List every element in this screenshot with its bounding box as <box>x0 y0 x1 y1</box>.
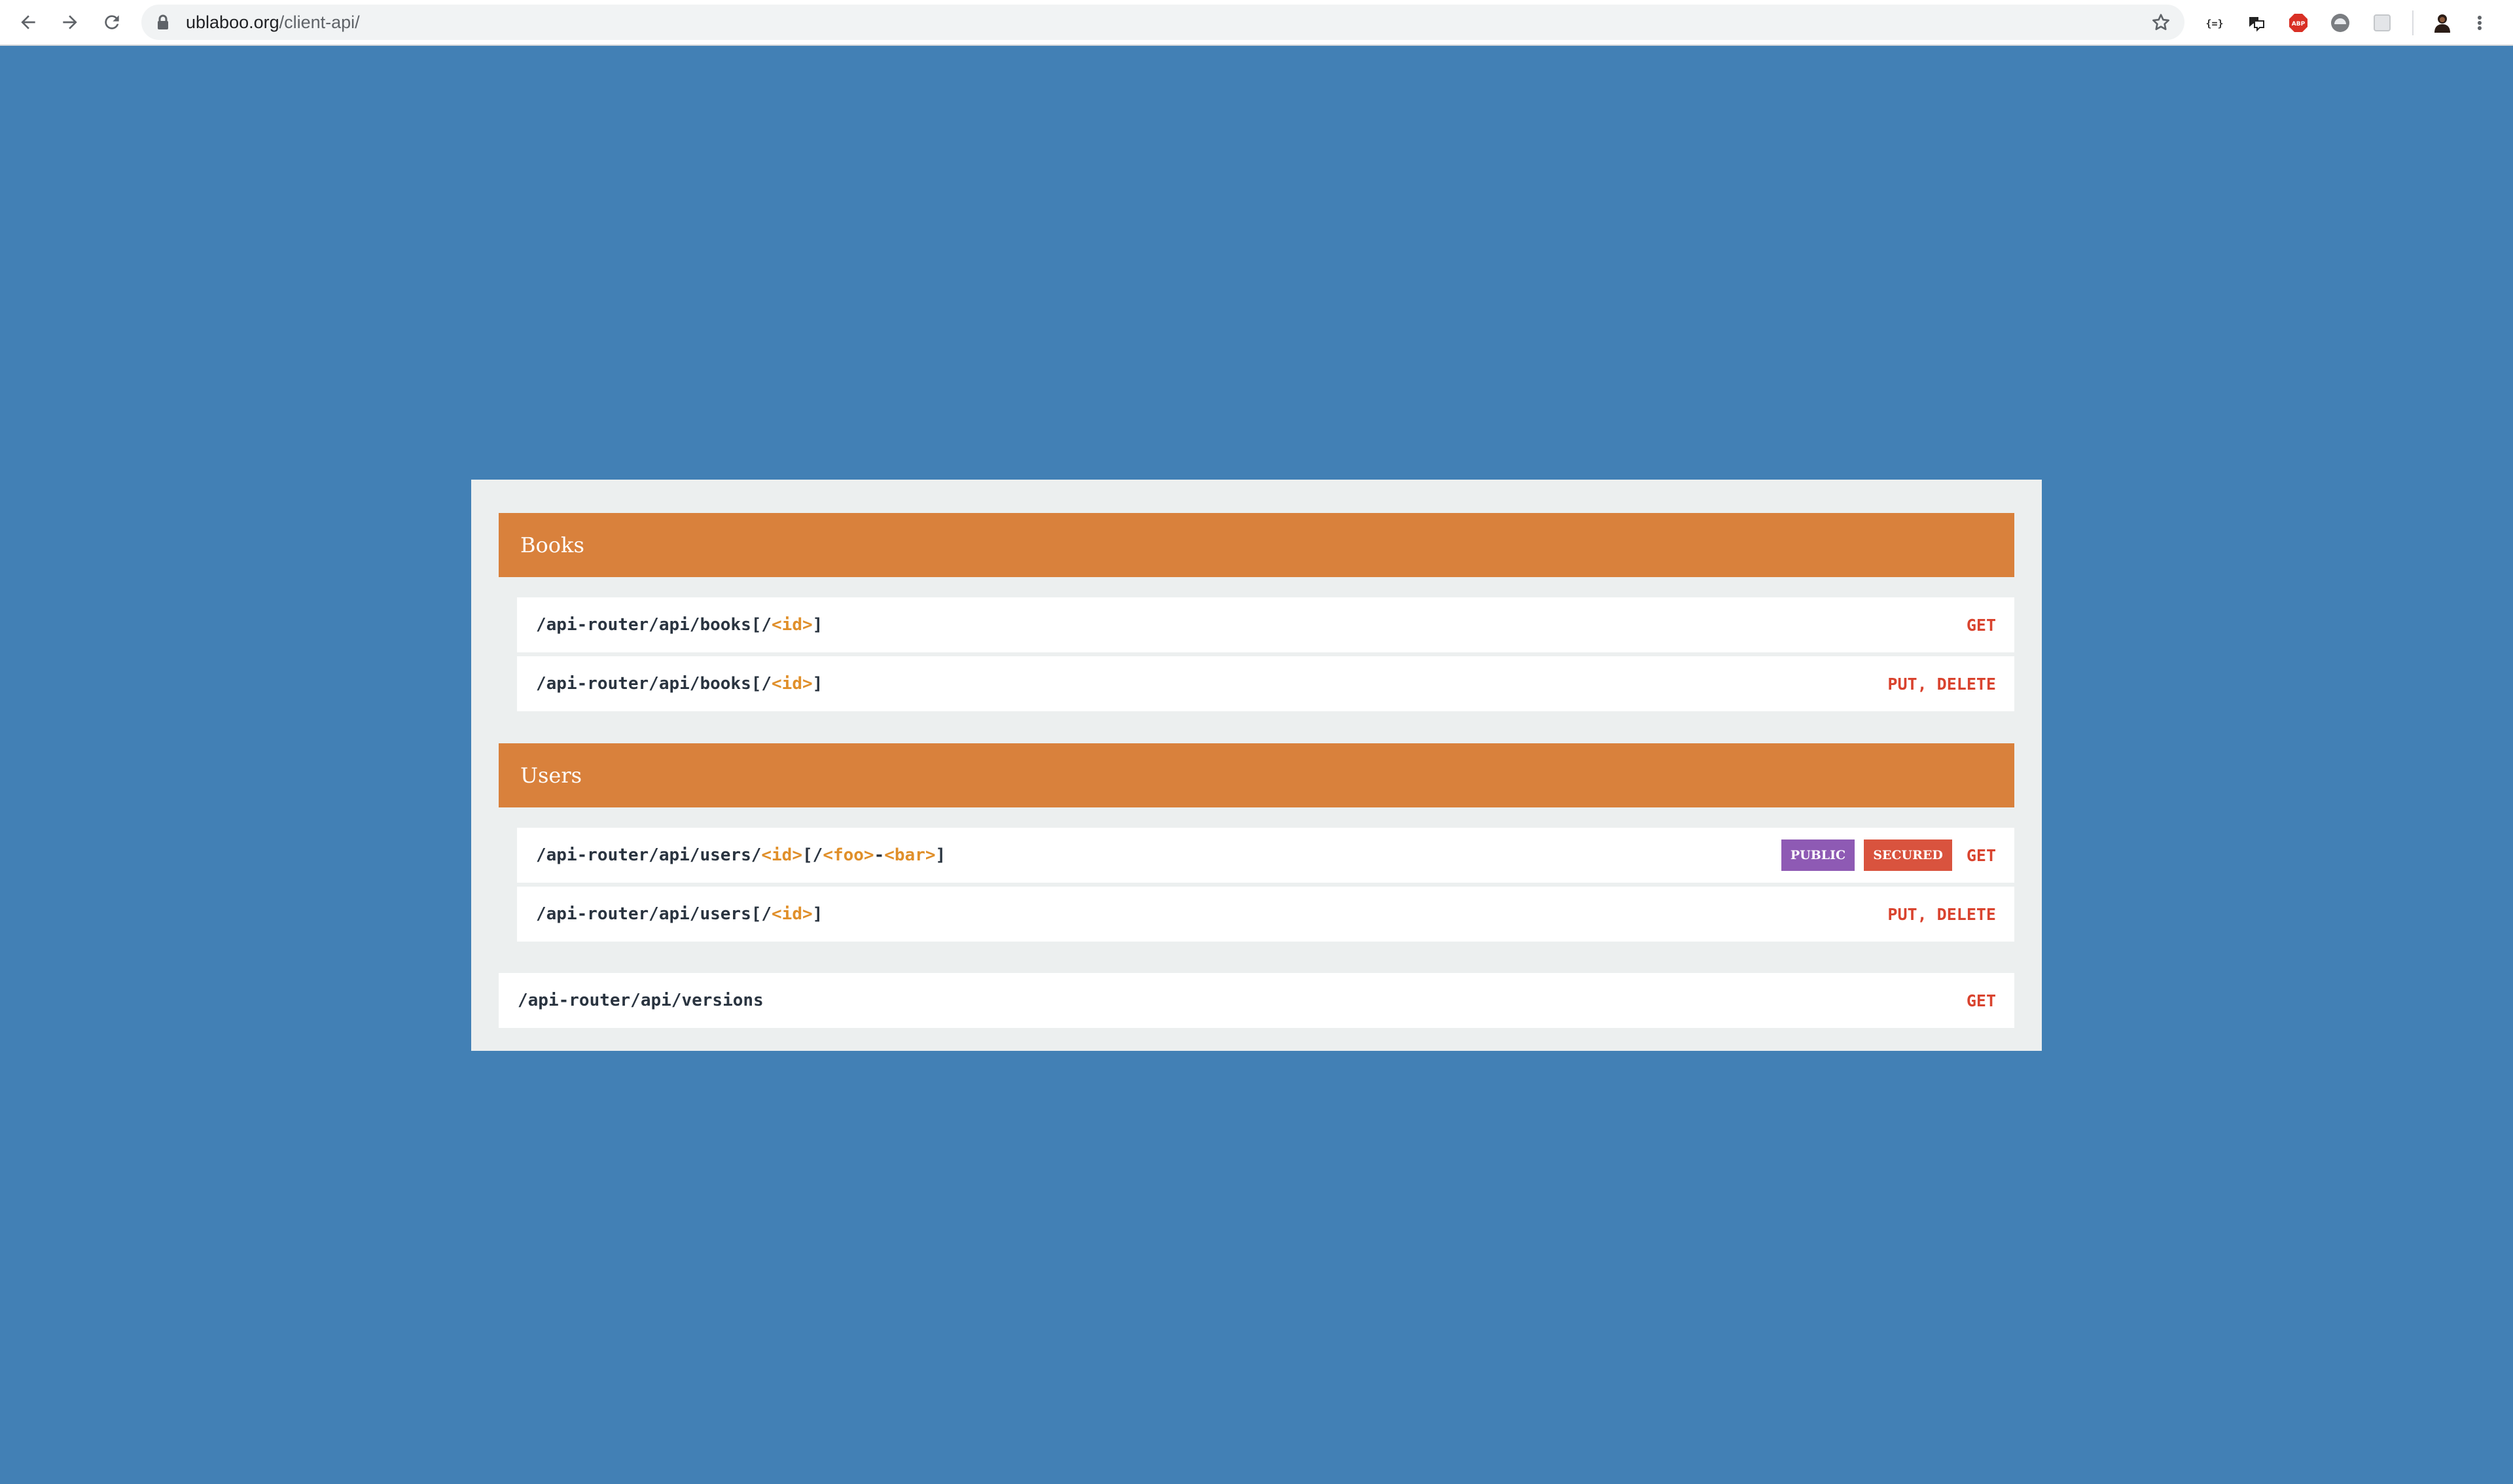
toolbar-divider <box>2412 10 2414 35</box>
endpoint-row[interactable]: /api-router/api/users[/<id>] PUT, DELETE <box>517 887 2014 942</box>
endpoint-path: /api-router/api/versions <box>518 991 764 1010</box>
page-icon[interactable] <box>2368 9 2397 37</box>
endpoint-path: /api-router/api/users/<id>[/<foo>-<bar>] <box>536 828 946 883</box>
path-segment: /api-router/api/users/ <box>536 845 762 865</box>
path-param: <bar> <box>884 845 936 865</box>
path-param: <id> <box>772 674 813 694</box>
address-bar[interactable]: ublaboo.org/client-api/ <box>141 5 2184 40</box>
endpoint-row[interactable]: /api-router/api/books[/<id>] GET <box>517 597 2014 652</box>
arrow-right-icon <box>63 15 77 29</box>
translate-icon[interactable] <box>2242 9 2271 37</box>
endpoint-row[interactable]: /api-router/api/books[/<id>] PUT, DELETE <box>517 656 2014 711</box>
path-segment: ] <box>812 674 823 694</box>
section-header-books: Books <box>499 513 2014 577</box>
reload-button[interactable] <box>97 7 127 37</box>
endpoint-path: /api-router/api/books[/<id>] <box>536 597 823 652</box>
browser-toolbar: ublaboo.org/client-api/ {=} ABP <box>0 0 2513 46</box>
path-segment: [/ <box>802 845 823 865</box>
path-param: <id> <box>761 845 802 865</box>
arrow-left-icon <box>21 15 35 29</box>
path-segment: /api-router/api/books[/ <box>536 674 772 694</box>
endpoint-path: /api-router/api/books[/<id>] <box>536 656 823 711</box>
url-path: /client-api/ <box>279 12 360 32</box>
secured-badge: SECURED <box>1864 839 1952 871</box>
forward-button[interactable] <box>55 7 85 37</box>
api-panel: Books /api-router/api/books[/<id>] GET /… <box>471 480 2042 1051</box>
path-segment: /api-router/api/books[/ <box>536 615 772 635</box>
endpoint-row[interactable]: /api-router/api/users/<id>[/<foo>-<bar>]… <box>517 828 2014 883</box>
json-formatter-icon[interactable]: {=} <box>2200 9 2229 37</box>
http-methods: PUT, DELETE <box>1887 674 1996 694</box>
path-param: <id> <box>772 904 813 924</box>
back-button[interactable] <box>13 7 43 37</box>
endpoint-path: /api-router/api/users[/<id>] <box>536 887 823 942</box>
path-segment: /api-router/api/users[/ <box>536 904 772 924</box>
path-param: <id> <box>772 615 813 635</box>
path-segment: ] <box>935 845 946 865</box>
endpoint-row-versions[interactable]: /api-router/api/versions GET <box>499 973 2014 1028</box>
path-segment: ] <box>812 904 823 924</box>
avatar[interactable] <box>2428 9 2457 37</box>
lock-icon <box>158 14 168 29</box>
http-methods: PUT, DELETE <box>1887 904 1996 924</box>
adblock-icon[interactable]: ABP <box>2284 9 2313 37</box>
reload-icon <box>105 15 119 29</box>
section-header-users: Users <box>499 743 2014 807</box>
http-methods: GET <box>1966 845 1996 865</box>
svg-text:{=}: {=} <box>2205 18 2223 29</box>
path-segment: - <box>874 845 885 865</box>
url-text: ublaboo.org/client-api/ <box>186 5 360 40</box>
http-methods: GET <box>1966 991 1996 1010</box>
bookmark-star-icon[interactable] <box>2150 12 2171 33</box>
path-param: <foo> <box>823 845 874 865</box>
http-methods: GET <box>1966 615 1996 635</box>
path-segment: ] <box>812 615 823 635</box>
incognito-like-icon[interactable] <box>2326 9 2355 37</box>
url-domain: ublaboo.org <box>186 12 279 32</box>
svg-text:ABP: ABP <box>2292 21 2306 27</box>
public-badge: PUBLIC <box>1781 839 1855 871</box>
menu-kebab-icon[interactable] <box>2470 9 2489 37</box>
